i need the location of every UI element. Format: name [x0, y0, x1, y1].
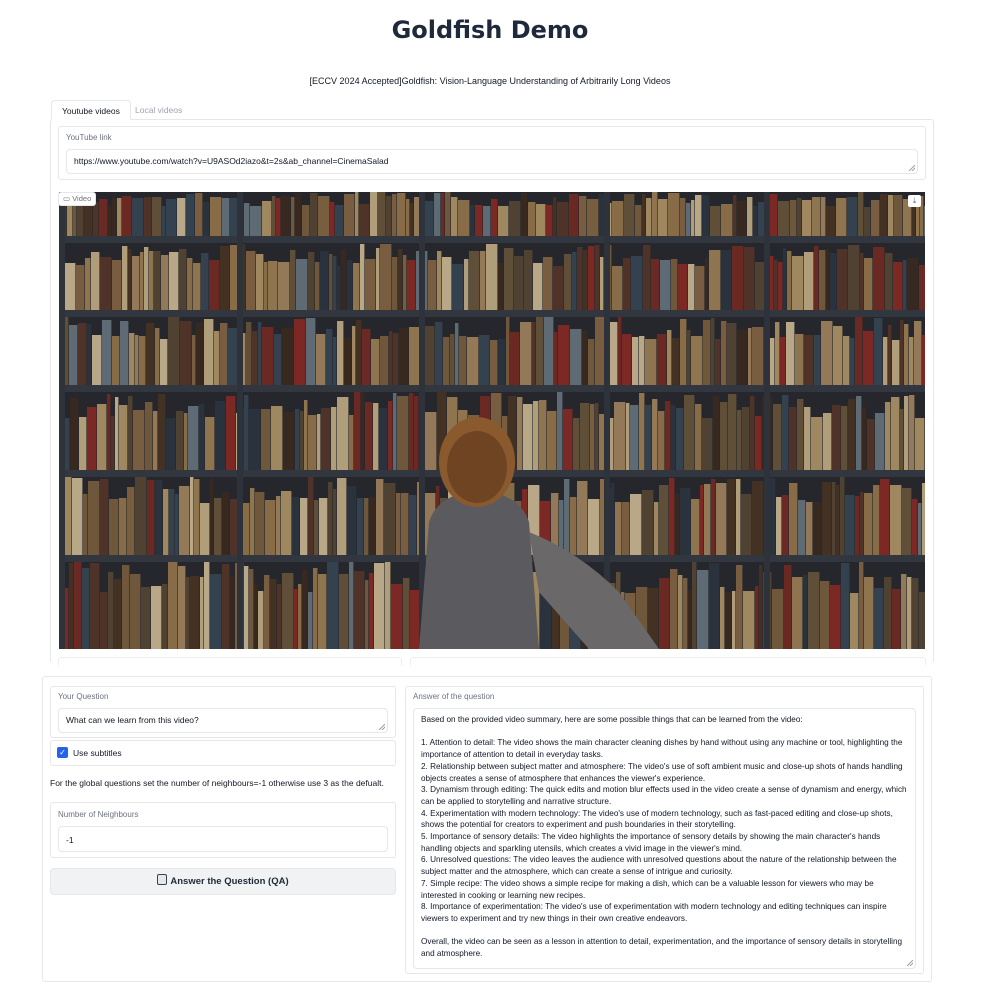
- page-title: Goldfish Demo: [391, 16, 589, 44]
- answer-paragraph: 1. Attention to detail: The video shows …: [421, 738, 905, 760]
- neighbours-input[interactable]: -1: [58, 826, 388, 852]
- answer-paragraph: 5. Importance of sensory details: The vi…: [421, 832, 883, 853]
- answer-label: Answer of the question: [413, 692, 495, 701]
- question-input[interactable]: What can we learn from this video?: [58, 708, 388, 733]
- video-badge-label: Video: [72, 194, 92, 203]
- neighbours-value: -1: [66, 835, 74, 845]
- answer-paragraph: 8. Importance of experimentation: The vi…: [421, 902, 889, 923]
- resize-handle-icon[interactable]: [379, 724, 385, 730]
- collapsed-block-left: [58, 657, 402, 665]
- page-subtitle: [ECCV 2024 Accepted]Goldfish: Vision-Lan…: [309, 76, 671, 86]
- answer-text: Based on the provided video summary, her…: [421, 714, 908, 960]
- question-value: What can we learn from this video?: [66, 715, 199, 725]
- collapsed-block-right: [410, 657, 926, 665]
- answer-paragraph: 7. Simple recipe: The video shows a simp…: [421, 878, 876, 900]
- youtube-link-value: https://www.youtube.com/watch?v=U9ASOd2i…: [74, 156, 389, 166]
- answer-paragraph: [421, 726, 908, 738]
- use-subtitles-label: Use subtitles: [73, 748, 122, 758]
- use-subtitles-checkbox[interactable]: ✓: [57, 747, 68, 758]
- answer-paragraph: 6. Unresolved questions: The video leave…: [421, 855, 899, 877]
- tab-youtube-videos[interactable]: Youtube videos: [51, 100, 131, 120]
- question-label: Your Question: [58, 692, 109, 701]
- answer-paragraph: 3. Dynamism through editing: The quick e…: [421, 785, 909, 806]
- answer-paragraph: 4. Experimentation with modern technolog…: [421, 808, 896, 830]
- video-badge: ▭ Video: [58, 192, 97, 206]
- robot-icon: [157, 874, 168, 885]
- figure-body: [419, 492, 539, 649]
- resize-handle-icon[interactable]: [909, 165, 915, 171]
- video-player[interactable]: [59, 192, 925, 649]
- answer-textarea[interactable]: Based on the provided video summary, her…: [413, 708, 916, 969]
- answer-paragraph: [421, 925, 908, 937]
- answer-question-button[interactable]: Answer the Question (QA): [50, 868, 396, 895]
- neighbours-label: Number of Neighbours: [58, 810, 139, 819]
- tab-local-videos[interactable]: Local videos: [125, 100, 192, 120]
- video-icon: ▭: [63, 194, 71, 203]
- youtube-link-input[interactable]: https://www.youtube.com/watch?v=U9ASOd2i…: [66, 149, 918, 174]
- answer-paragraph: 2. Relationship between subject matter a…: [421, 761, 905, 783]
- neighbours-note: For the global questions set the number …: [50, 778, 384, 788]
- youtube-link-label: YouTube link: [66, 133, 112, 142]
- figure-hair-shadow: [447, 431, 507, 503]
- resize-handle-icon[interactable]: [907, 960, 913, 966]
- answer-paragraph: Overall, the video can be seen as a less…: [421, 937, 905, 959]
- answer-paragraph: Based on the provided video summary, her…: [421, 715, 803, 724]
- download-icon[interactable]: ⤓: [908, 195, 921, 207]
- video-frame: [59, 192, 925, 649]
- answer-question-button-label: Answer the Question (QA): [170, 876, 289, 887]
